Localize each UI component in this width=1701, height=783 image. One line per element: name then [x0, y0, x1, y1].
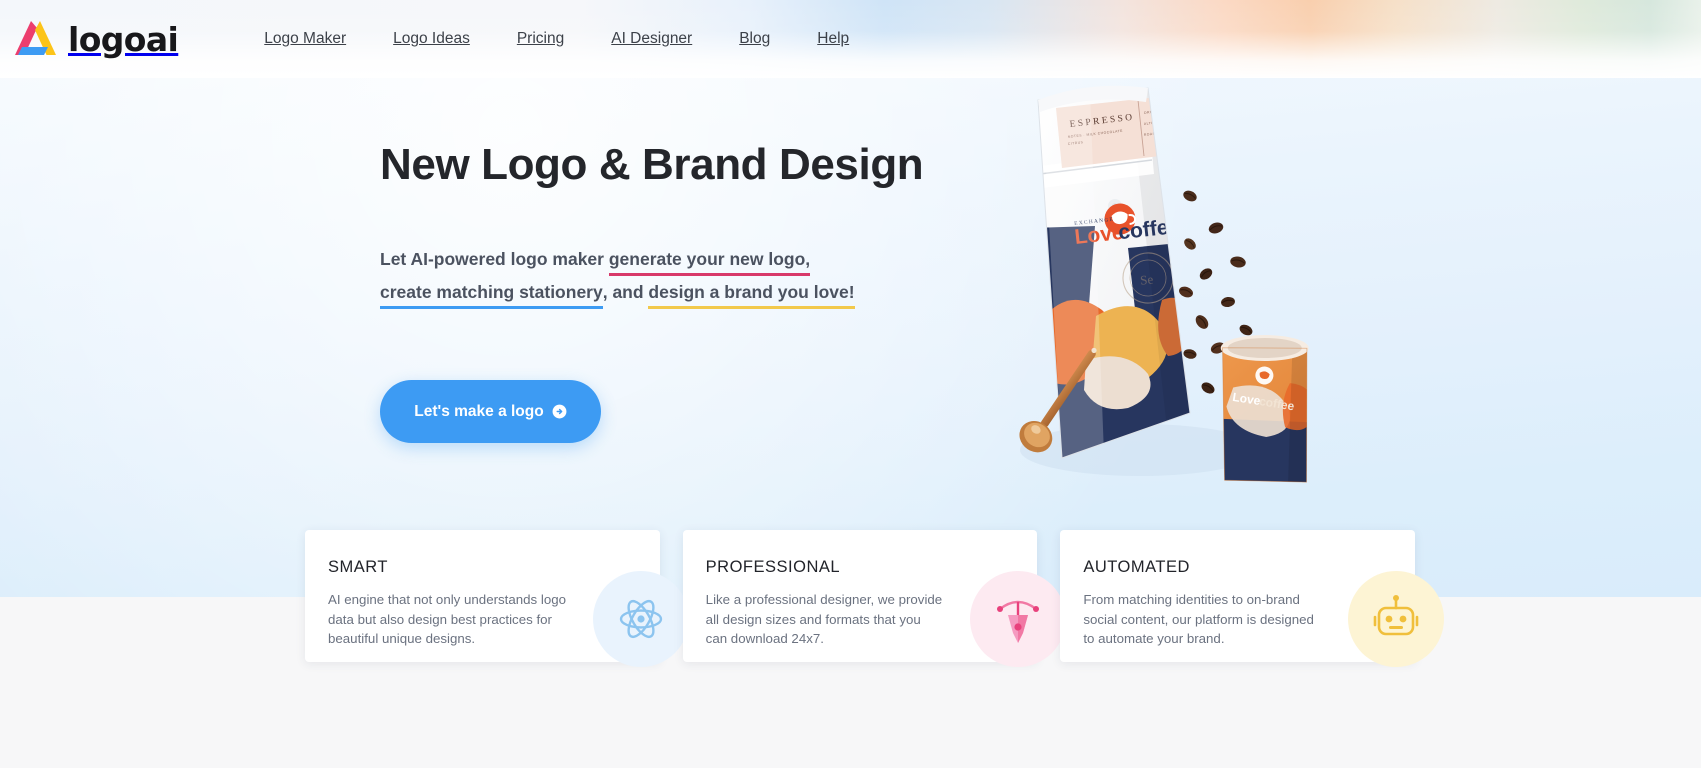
card-description: From matching identities to on-brand soc…: [1083, 592, 1314, 647]
nav-link-blog[interactable]: Blog: [739, 22, 770, 56]
hero-highlight-brand: design a brand you love!: [648, 282, 855, 303]
nav-link-pricing[interactable]: Pricing: [517, 22, 564, 56]
hero-highlight-stationery: create matching stationery: [380, 282, 603, 303]
hero-section: New Logo & Brand Design Let AI-powered l…: [0, 78, 1701, 597]
feature-card-professional[interactable]: PROFESSIONAL Like a professional designe…: [682, 530, 1067, 667]
pen-nib-icon: [970, 571, 1067, 667]
lets-make-a-logo-button[interactable]: Let's make a logo: [380, 380, 601, 443]
main-navbar: logoai Logo Maker Logo Ideas Pricing AI …: [0, 0, 1701, 78]
coffee-cup: Love coffee: [1217, 335, 1326, 494]
hero-subtitle: Let AI-powered logo maker generate your …: [380, 243, 940, 311]
robot-icon: [1348, 571, 1445, 667]
brand-name: logoai: [68, 19, 179, 59]
hero-copy: New Logo & Brand Design Let AI-powered l…: [380, 140, 940, 310]
card-title: AUTOMATED: [1083, 558, 1190, 576]
nav-link-ai-designer[interactable]: AI Designer: [611, 22, 692, 56]
atom-icon: [592, 571, 689, 667]
nav-links: Logo Maker Logo Ideas Pricing AI Designe…: [264, 22, 896, 56]
nav-link-help[interactable]: Help: [817, 22, 849, 56]
svg-text:1500: 1500: [1172, 119, 1182, 124]
feature-card-smart[interactable]: SMART AI engine that not only understand…: [305, 530, 689, 667]
nav-link-logo-ideas[interactable]: Logo Ideas: [393, 22, 470, 56]
svg-text:Se: Se: [1139, 271, 1154, 287]
footer-strip: [0, 768, 1701, 783]
card-description: AI engine that not only understands logo…: [328, 592, 567, 647]
hero-sub-mid: , and: [602, 282, 649, 303]
brand-logo-link[interactable]: logoai: [10, 17, 179, 61]
page-title: New Logo & Brand Design: [380, 140, 924, 189]
hero-sub-lead: Let AI-powered logo maker: [380, 248, 609, 269]
card-title: PROFESSIONAL: [705, 558, 841, 576]
arrow-right-circle-icon: [552, 404, 567, 419]
cta-label: Let's make a logo: [414, 402, 544, 420]
card-title: SMART: [328, 558, 388, 576]
card-description: Like a professional designer, we provide…: [705, 592, 943, 647]
svg-text:COLOMBIA: COLOMBIA: [1172, 106, 1194, 112]
feature-card-automated[interactable]: AUTOMATED From matching identities to on…: [1060, 530, 1445, 667]
coffee-brand-mockup: ESPRESSO NOTES · MILK CHOCOLATE CITRUS O…: [890, 78, 1410, 548]
feature-cards: SMART AI engine that not only understand…: [305, 530, 1445, 667]
hero-highlight-generate: generate your new logo,: [608, 248, 811, 269]
nav-link-logo-maker[interactable]: Logo Maker: [264, 22, 346, 56]
logoai-triangle-icon: [10, 17, 66, 61]
